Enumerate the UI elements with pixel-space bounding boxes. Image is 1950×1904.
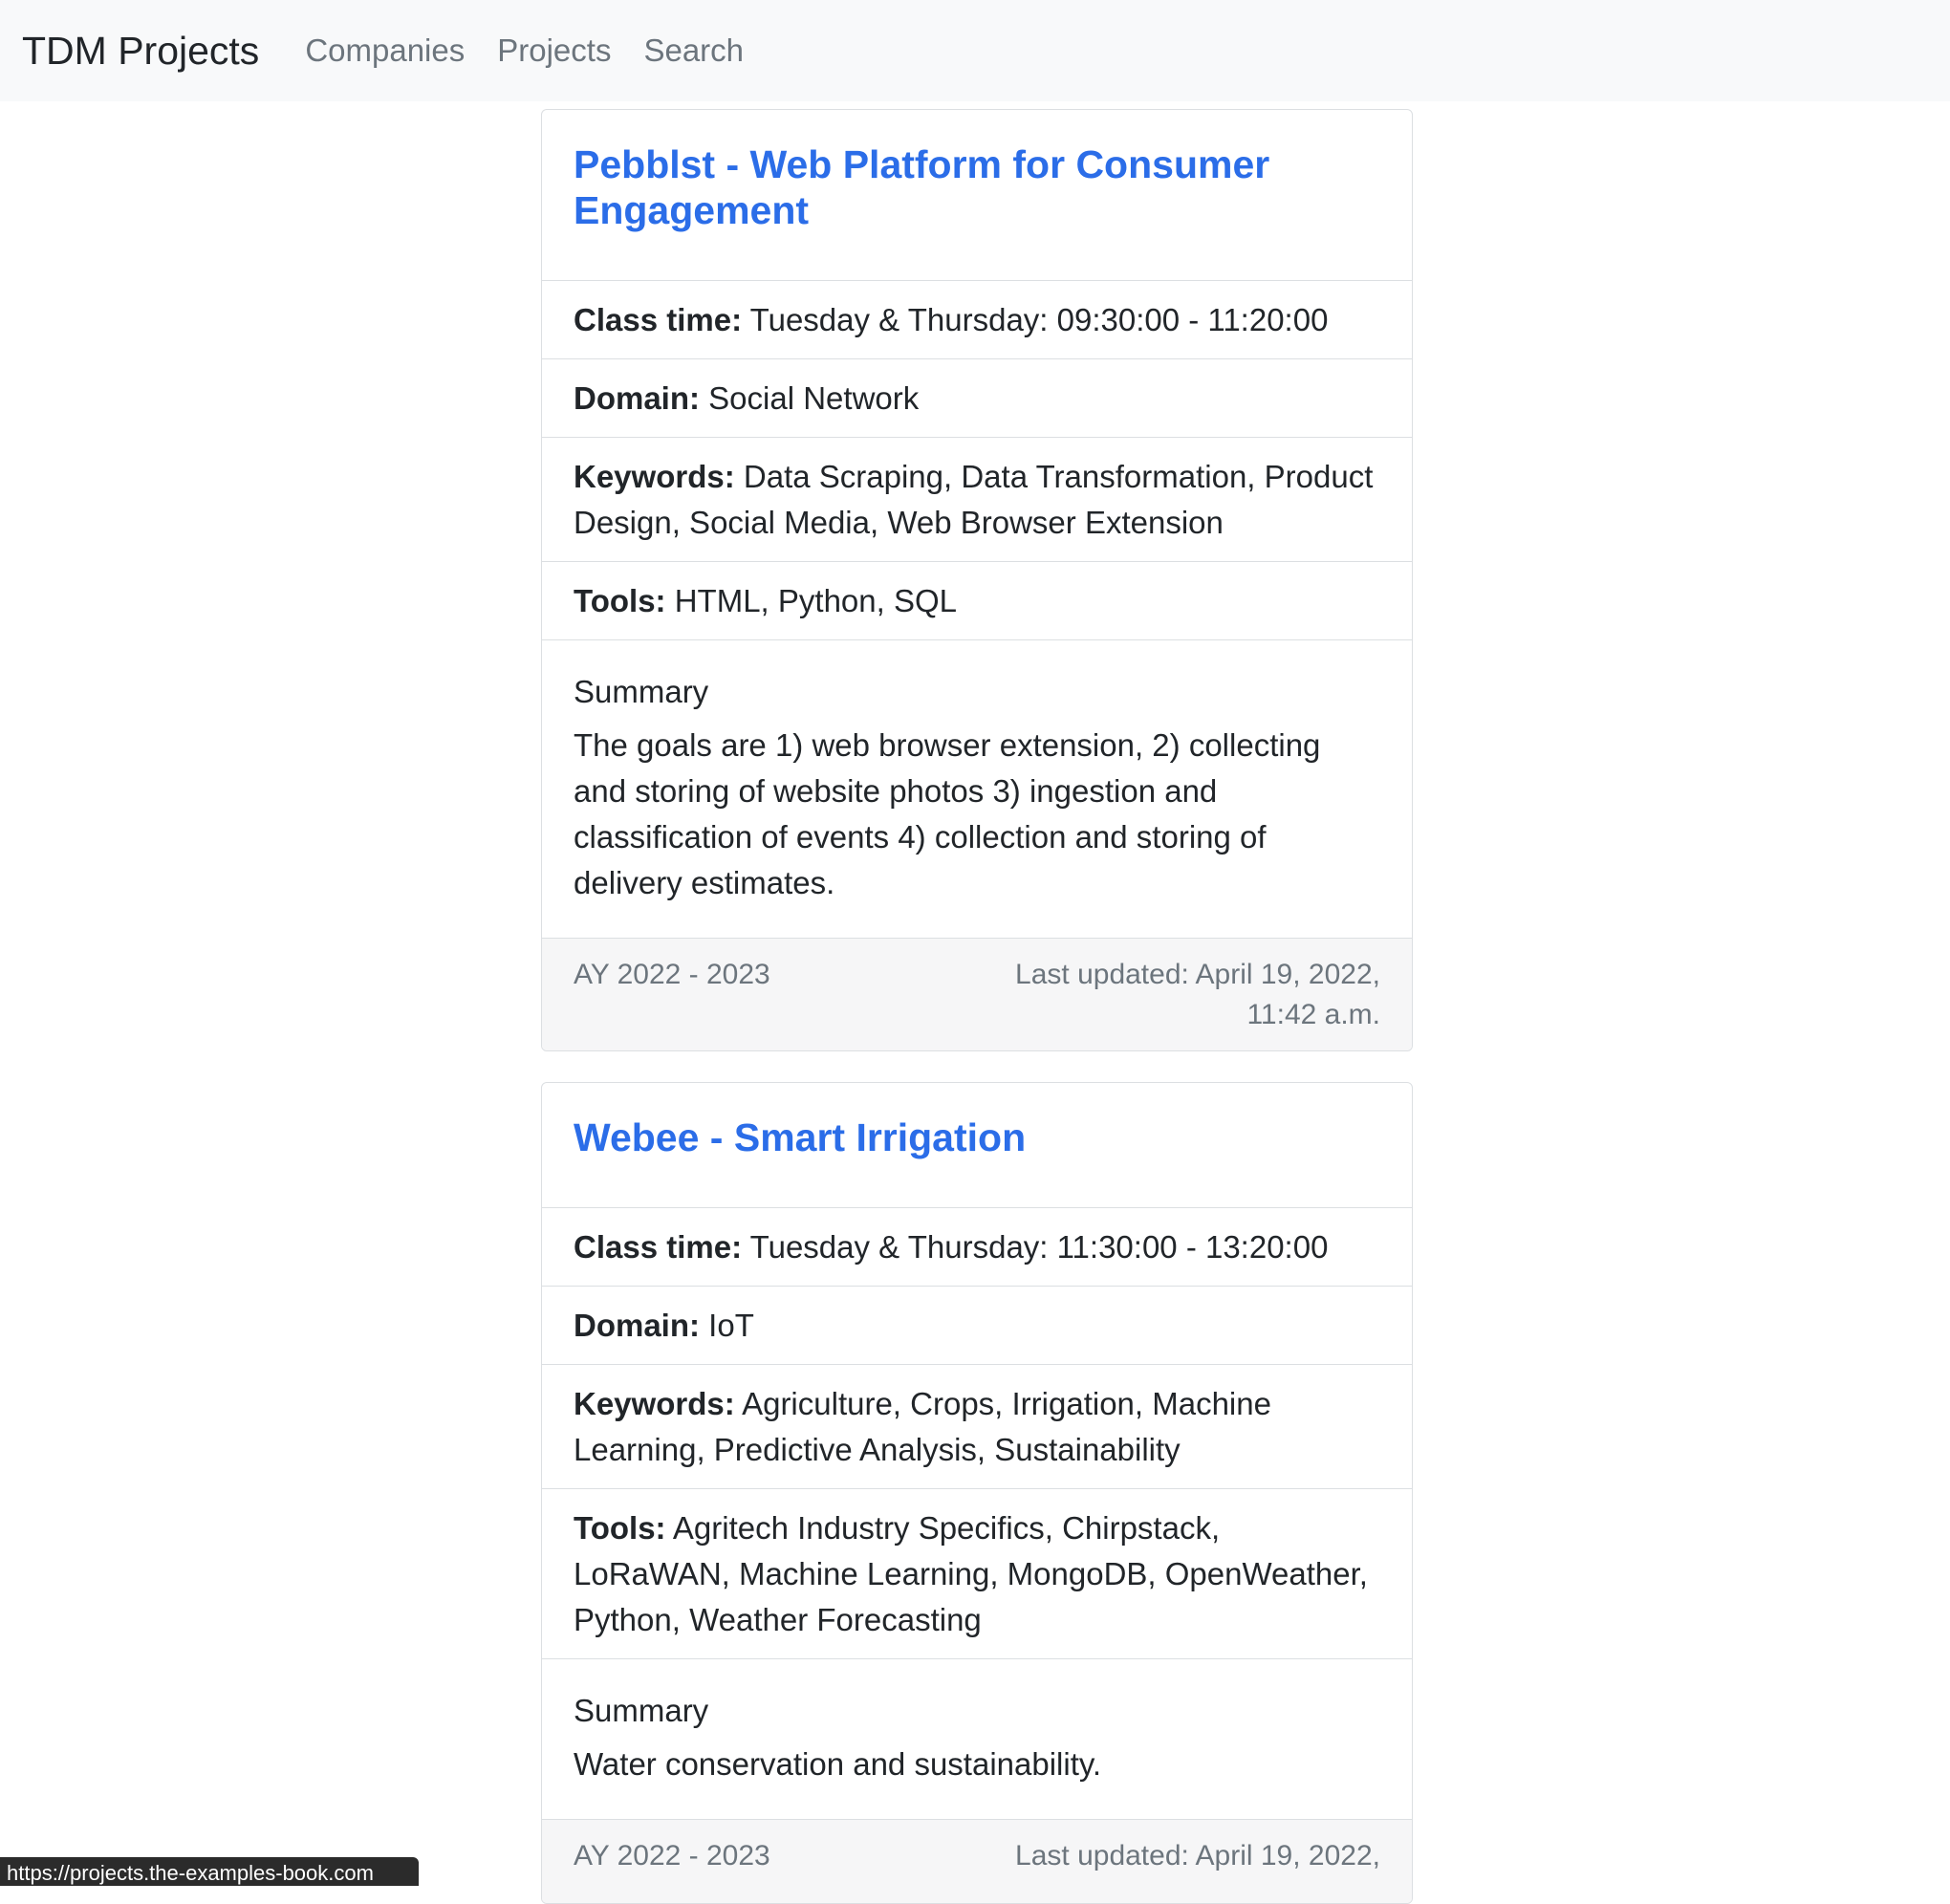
last-updated: Last updated: April 19, 2022,: [1015, 1840, 1380, 1872]
summary-text: The goals are 1) web browser extension, …: [574, 727, 1321, 900]
nav-link-companies[interactable]: Companies: [305, 32, 465, 69]
class-time-row: Class time: Tuesday & Thursday: 11:30:00…: [542, 1207, 1412, 1286]
card-header: Webee - Smart Irrigation: [542, 1083, 1412, 1207]
keywords-row: Keywords: Data Scraping, Data Transforma…: [542, 437, 1412, 561]
project-card: Webee - Smart Irrigation Class time: Tue…: [541, 1082, 1413, 1904]
summary-heading: Summary: [574, 674, 709, 709]
keywords-label: Keywords:: [574, 459, 735, 494]
tools-label: Tools:: [574, 1510, 666, 1546]
domain-value: Social Network: [708, 380, 920, 416]
brand-link[interactable]: TDM Projects: [22, 29, 259, 74]
domain-label: Domain:: [574, 380, 700, 416]
keywords-row: Keywords: Agriculture, Crops, Irrigation…: [542, 1364, 1412, 1488]
project-card: Pebblst - Web Platform for Consumer Enga…: [541, 109, 1413, 1051]
tools-row: Tools: HTML, Python, SQL: [542, 561, 1412, 639]
class-time-row: Class time: Tuesday & Thursday: 09:30:00…: [542, 280, 1412, 358]
nav-link-search[interactable]: Search: [643, 32, 744, 69]
tools-value: Agritech Industry Specifics, Chirpstack,…: [574, 1510, 1368, 1637]
nav-link-projects[interactable]: Projects: [497, 32, 611, 69]
domain-row: Domain: IoT: [542, 1286, 1412, 1364]
card-footer: AY 2022 - 2023 Last updated: April 19, 2…: [542, 1819, 1412, 1903]
card-footer: AY 2022 - 2023 Last updated: April 19, 2…: [542, 938, 1412, 1050]
domain-row: Domain: Social Network: [542, 358, 1412, 437]
domain-value: IoT: [708, 1308, 754, 1343]
keywords-label: Keywords:: [574, 1386, 735, 1421]
project-title-link[interactable]: Webee - Smart Irrigation: [574, 1114, 1380, 1160]
academic-year: AY 2022 - 2023: [574, 959, 770, 990]
class-time-value: Tuesday & Thursday: 09:30:00 - 11:20:00: [749, 302, 1329, 337]
tools-value: HTML, Python, SQL: [674, 583, 957, 618]
class-time-label: Class time:: [574, 1229, 743, 1265]
summary-section: Summary Water conservation and sustainab…: [542, 1658, 1412, 1819]
class-time-value: Tuesday & Thursday: 11:30:00 - 13:20:00: [749, 1229, 1329, 1265]
academic-year: AY 2022 - 2023: [574, 1840, 770, 1872]
summary-section: Summary The goals are 1) web browser ext…: [542, 639, 1412, 938]
summary-text: Water conservation and sustainability.: [574, 1746, 1102, 1782]
card-header: Pebblst - Web Platform for Consumer Enga…: [542, 110, 1412, 280]
tools-label: Tools:: [574, 583, 666, 618]
project-title-link[interactable]: Pebblst - Web Platform for Consumer Enga…: [574, 141, 1380, 233]
status-bar-url: https://projects.the-examples-book.com: [0, 1857, 419, 1886]
last-updated: Last updated: April 19, 2022, 11:42 a.m.: [1015, 959, 1380, 1030]
summary-heading: Summary: [574, 1693, 709, 1728]
class-time-label: Class time:: [574, 302, 743, 337]
navbar: TDM Projects Companies Projects Search: [0, 0, 1950, 101]
domain-label: Domain:: [574, 1308, 700, 1343]
tools-row: Tools: Agritech Industry Specifics, Chir…: [542, 1488, 1412, 1658]
